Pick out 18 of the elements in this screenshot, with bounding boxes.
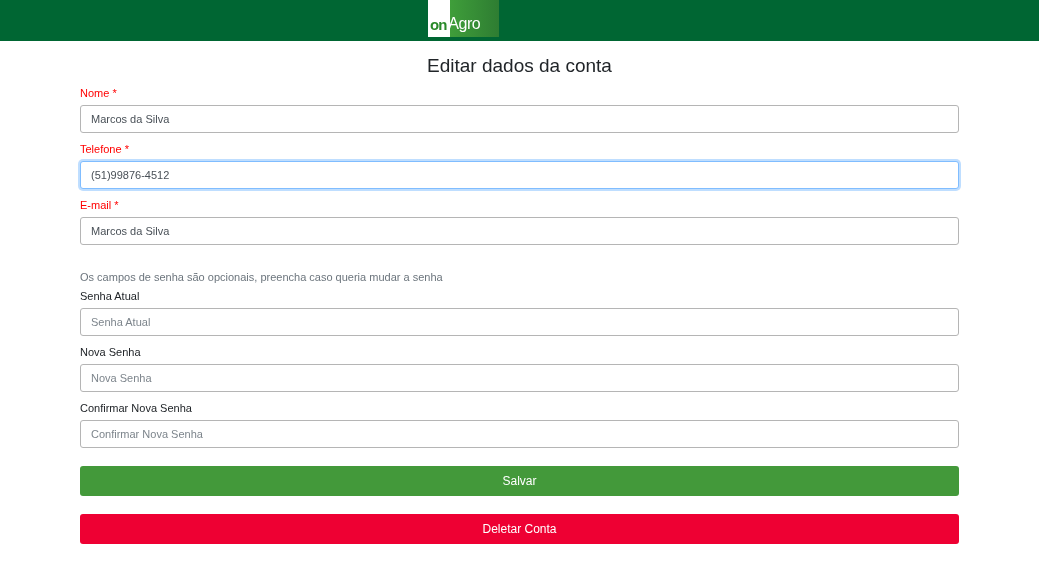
- input-field[interactable]: Marcos da Silva: [80, 105, 959, 133]
- logo-word: Agro: [448, 16, 481, 32]
- password-note: Os campos de senha são opcionais, preencha caso queria mudar a senha: [80, 271, 443, 283]
- field-label: Nova Senha: [80, 346, 141, 358]
- field-label: Telefone *: [80, 143, 129, 155]
- input-field[interactable]: Senha Atual: [80, 308, 959, 336]
- page-title: Editar dados da conta: [426, 55, 613, 77]
- input-field[interactable]: (51)99876-4512: [80, 161, 959, 189]
- field-label: Nome *: [80, 87, 117, 99]
- field-label: E-mail *: [80, 199, 119, 211]
- input-field[interactable]: Confirmar Nova Senha: [80, 420, 959, 448]
- save-button[interactable]: Salvar: [80, 466, 959, 496]
- input-field[interactable]: Marcos da Silva: [80, 217, 959, 245]
- input-field[interactable]: Nova Senha: [80, 364, 959, 392]
- field-label: Confirmar Nova Senha: [80, 402, 192, 414]
- delete-button[interactable]: Deletar Conta: [80, 514, 959, 544]
- logo-mark: on: [429, 17, 447, 32]
- field-label: Senha Atual: [80, 290, 140, 302]
